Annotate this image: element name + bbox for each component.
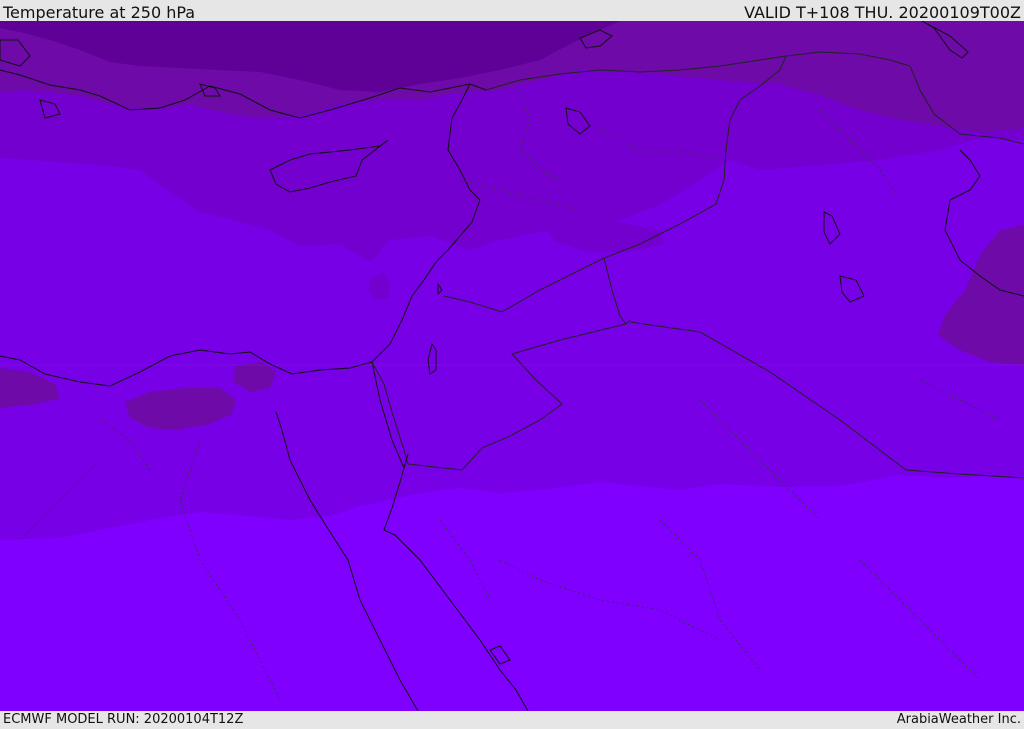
map-canvas bbox=[0, 21, 1024, 711]
model-run-label: ECMWF MODEL RUN: 20200104T12Z bbox=[3, 712, 244, 727]
header-bar: Temperature at 250 hPa VALID T+108 THU. … bbox=[0, 0, 1024, 22]
temperature-map[interactable] bbox=[0, 21, 1024, 711]
credit-label: ArabiaWeather Inc. bbox=[896, 712, 1021, 727]
weather-map-frame: Temperature at 250 hPa VALID T+108 THU. … bbox=[0, 0, 1024, 729]
footer-bar: ECMWF MODEL RUN: 20200104T12Z ArabiaWeat… bbox=[0, 711, 1024, 729]
